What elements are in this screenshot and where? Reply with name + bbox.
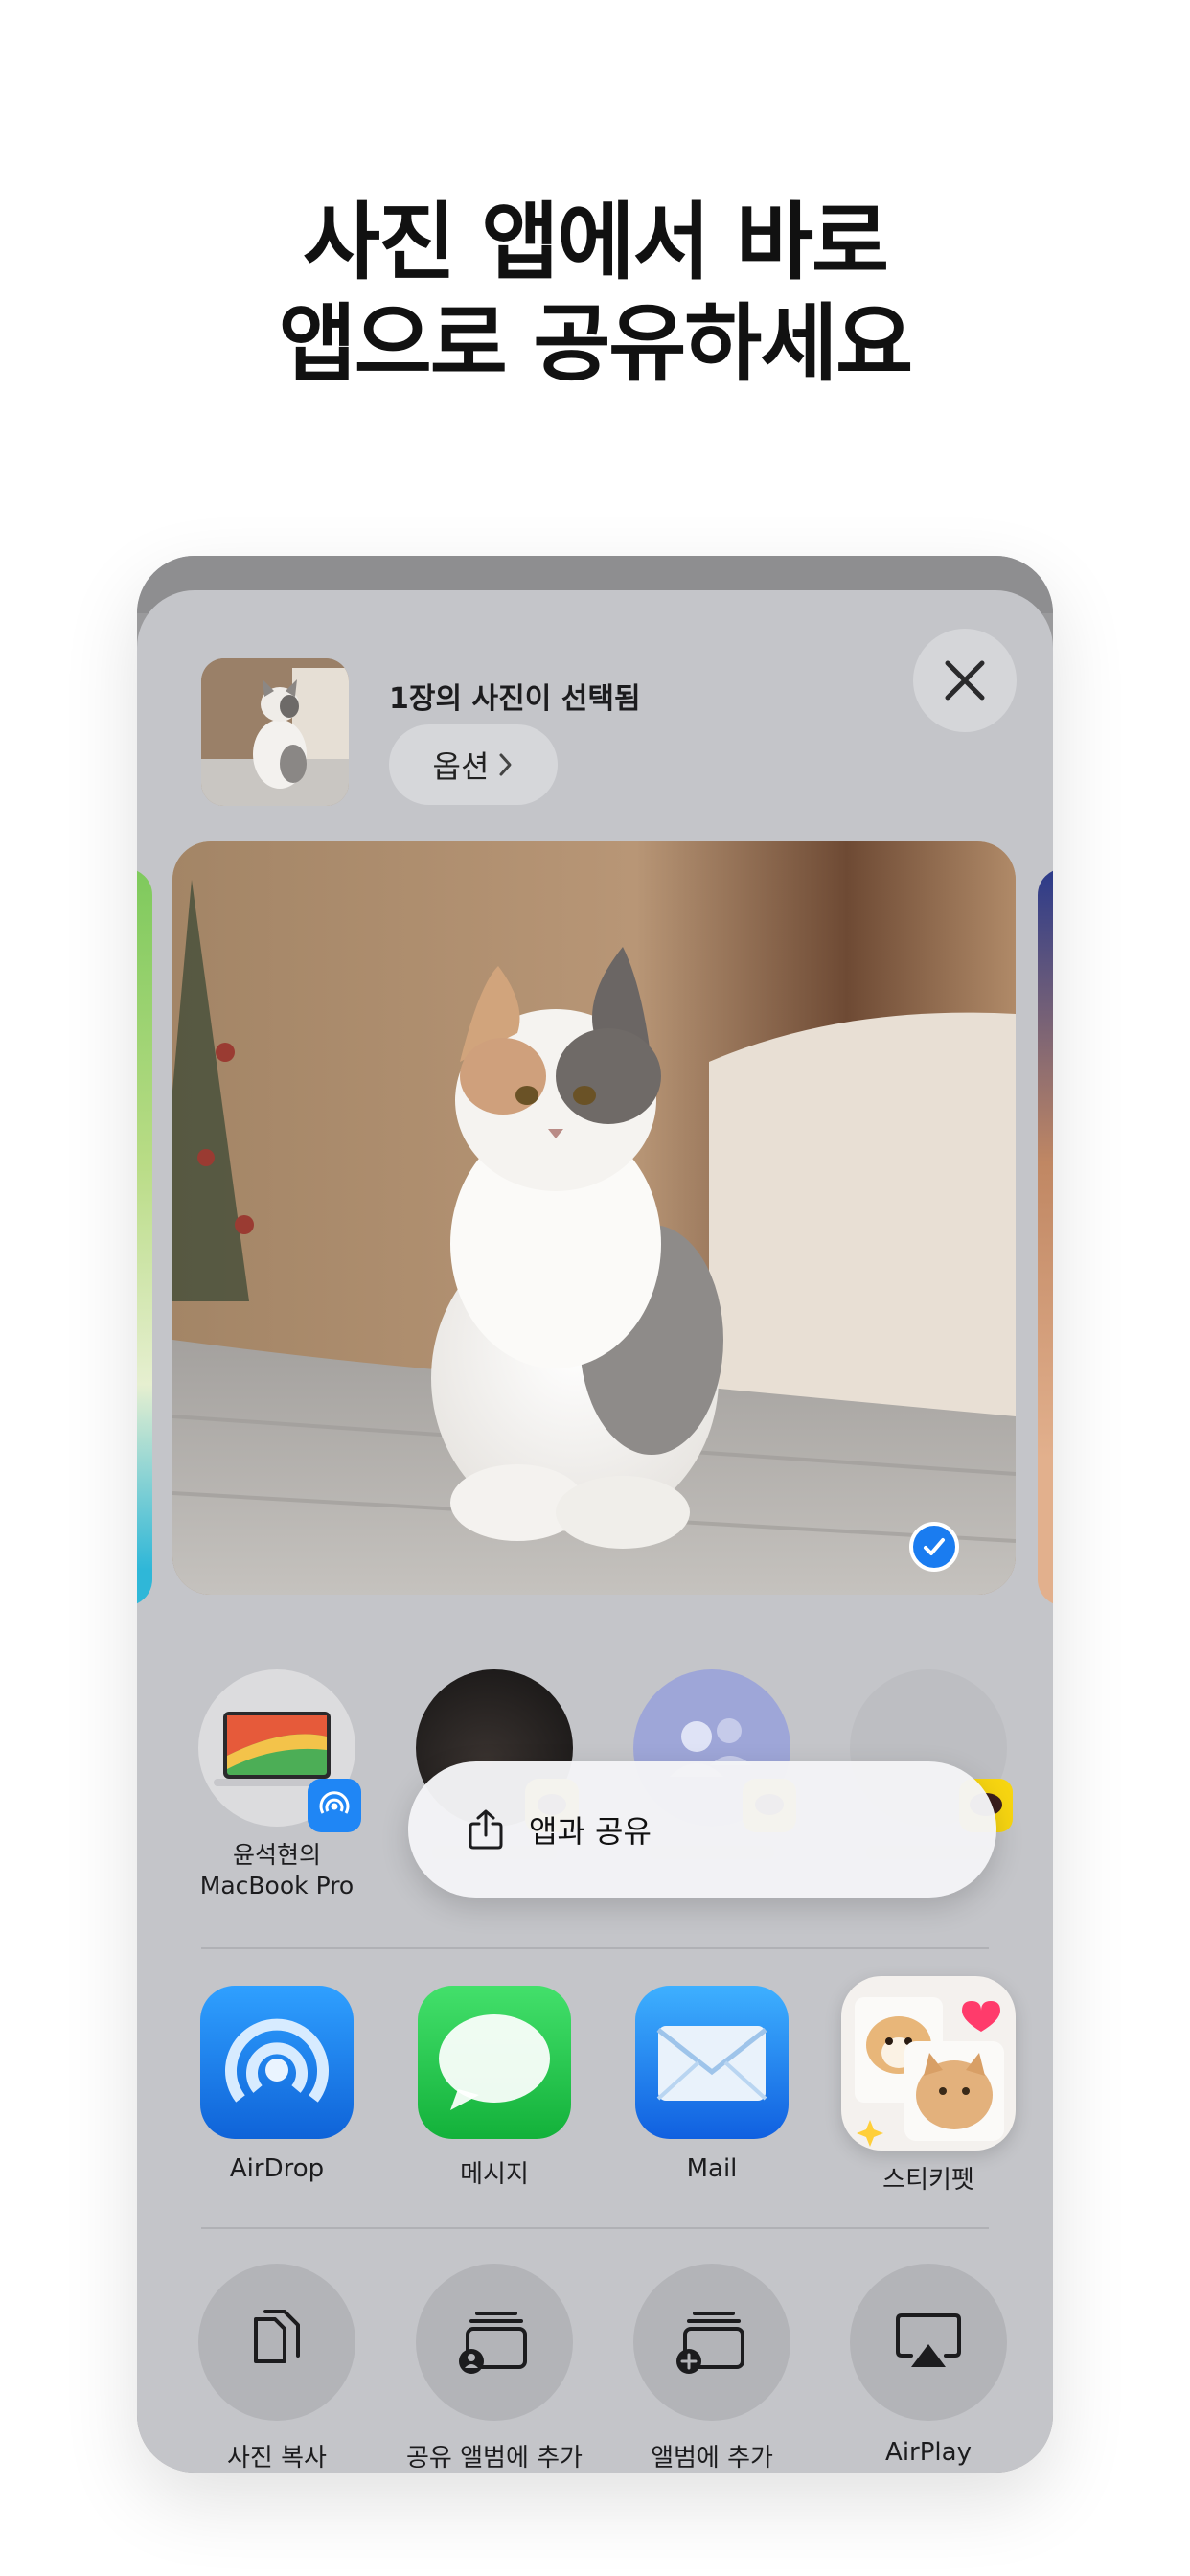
mail-app-icon bbox=[635, 1986, 789, 2139]
airdrop-app-icon bbox=[200, 1986, 354, 2139]
app-messages[interactable]: 메시지 bbox=[399, 1986, 590, 2190]
checkmark-glyph bbox=[924, 1538, 945, 1555]
action-circle bbox=[633, 2264, 790, 2421]
app-label: Mail bbox=[686, 2154, 738, 2183]
shared-album-icon bbox=[459, 2312, 527, 2374]
options-label: 옵션 bbox=[432, 748, 490, 785]
action-add-to-album[interactable]: 앨범에 추가 bbox=[616, 2264, 808, 2472]
previous-photo-preview[interactable] bbox=[137, 868, 152, 1606]
copy-icon bbox=[254, 2310, 300, 2363]
close-icon bbox=[945, 660, 985, 701]
action-label: AirPlay bbox=[885, 2438, 972, 2467]
stickypet-app-icon bbox=[841, 1976, 1016, 2150]
airdrop-badge bbox=[308, 1779, 361, 1832]
action-airplay[interactable]: AirPlay bbox=[833, 2264, 1024, 2467]
messages-icon bbox=[439, 2014, 550, 2110]
action-add-shared-album[interactable]: 공유 앨범에 추가 bbox=[399, 2264, 590, 2472]
action-circle bbox=[850, 2264, 1007, 2421]
section-divider bbox=[201, 1947, 989, 1949]
action-circle bbox=[416, 2264, 573, 2421]
options-button[interactable]: 옵션 bbox=[389, 724, 558, 805]
messages-app-icon bbox=[418, 1986, 571, 2139]
share-icon bbox=[469, 1809, 503, 1850]
device-model: MacBook Pro bbox=[199, 1872, 355, 1899]
cat-thumbnail-image bbox=[201, 658, 349, 806]
mail-icon bbox=[656, 2026, 767, 2101]
headline-line2: 앱으로 공유하세요 bbox=[278, 294, 913, 393]
app-mail[interactable]: Mail bbox=[616, 1986, 808, 2183]
selection-title: 1장의 사진이 선택됨 bbox=[389, 682, 641, 716]
app-airdrop[interactable]: AirDrop bbox=[181, 1986, 373, 2183]
share-with-app-popup[interactable]: 앱과 공유 bbox=[408, 1761, 996, 1898]
airdrop-icon bbox=[319, 1791, 350, 1814]
airplay-icon bbox=[896, 2313, 961, 2367]
app-stickypet[interactable]: 스티키펫 bbox=[833, 1976, 1024, 2196]
action-label: 앨범에 추가 bbox=[651, 2444, 773, 2472]
next-photo-preview[interactable] bbox=[1038, 868, 1053, 1606]
selected-photo-thumbnail bbox=[201, 658, 349, 806]
device-label: 윤석현의 MacBook Pro bbox=[181, 1840, 373, 1901]
share-with-app-label: 앱과 공유 bbox=[529, 1813, 652, 1850]
action-circle bbox=[198, 2264, 355, 2421]
headline-line1: 사진 앱에서 바로 bbox=[303, 193, 889, 291]
action-label: 공유 앨범에 추가 bbox=[406, 2444, 583, 2472]
airdrop-device-macbook[interactable]: 윤석현의 MacBook Pro bbox=[181, 1669, 373, 1901]
close-button[interactable] bbox=[913, 629, 1017, 732]
main-photo[interactable] bbox=[172, 841, 1016, 1595]
airdrop-icon bbox=[225, 2018, 329, 2103]
cat-photo-image bbox=[172, 841, 1016, 1595]
app-label: AirDrop bbox=[229, 2154, 325, 2183]
section-divider bbox=[201, 2227, 989, 2229]
app-label: 스티키펫 bbox=[882, 2166, 974, 2195]
chevron-right-icon bbox=[499, 753, 512, 776]
action-label: 사진 복사 bbox=[227, 2444, 327, 2472]
stickypet-icon bbox=[855, 1997, 1004, 2147]
action-copy-photo[interactable]: 사진 복사 bbox=[181, 2264, 373, 2472]
device-owner: 윤석현의 bbox=[232, 1841, 321, 1869]
headline: 사진 앱에서 바로 앱으로 공유하세요 bbox=[0, 192, 1190, 395]
app-label: 메시지 bbox=[460, 2160, 529, 2189]
selected-checkmark-icon[interactable] bbox=[909, 1522, 959, 1572]
share-sheet: 1장의 사진이 선택됨 옵션 윤석현의 MacBook Pro 앱과 공유 Ai… bbox=[137, 590, 1053, 2472]
phone-frame: 1장의 사진이 선택됨 옵션 윤석현의 MacBook Pro 앱과 공유 Ai… bbox=[137, 556, 1053, 2472]
add-album-icon bbox=[676, 2312, 744, 2374]
device-avatar bbox=[198, 1669, 361, 1832]
